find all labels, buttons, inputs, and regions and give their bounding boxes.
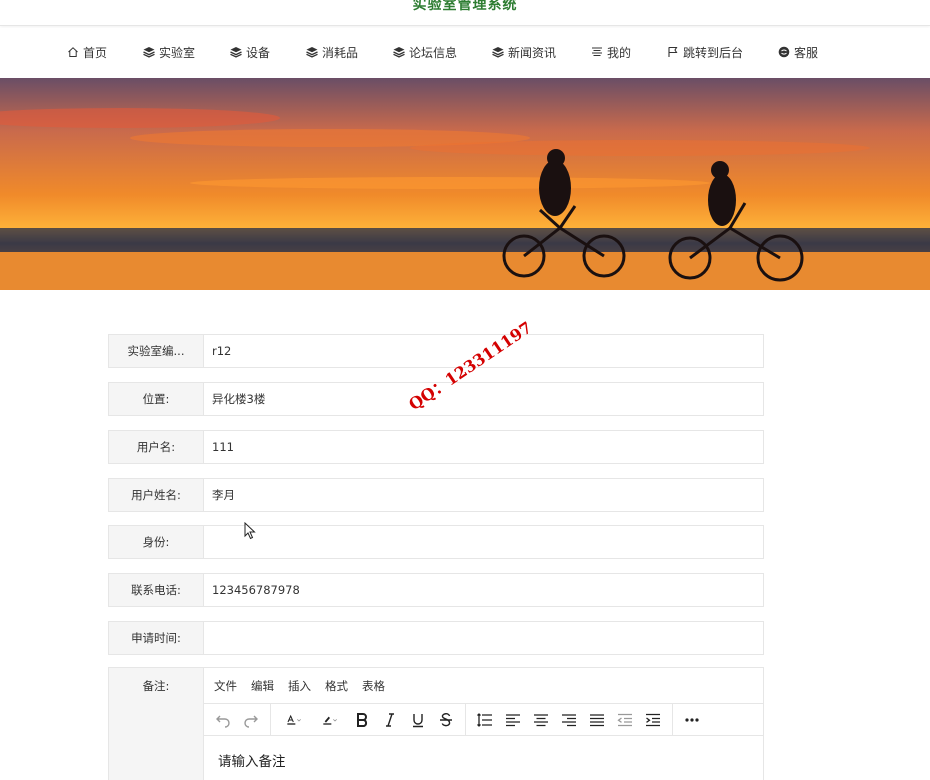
- nav-item-forum[interactable]: 论坛信息: [393, 43, 457, 61]
- remark-editor-body[interactable]: 请输入备注: [204, 736, 763, 780]
- indent-button[interactable]: [640, 708, 666, 732]
- editor-toolbar: [204, 703, 763, 736]
- field-label: 用户姓名:: [109, 479, 204, 511]
- apply-time-input[interactable]: [204, 622, 763, 654]
- top-bar: 实验室管理系统: [0, 0, 930, 26]
- more-group: [673, 704, 711, 736]
- nav-item-home[interactable]: 首页: [67, 43, 107, 61]
- bold-button[interactable]: [349, 708, 375, 732]
- layers-icon: [230, 47, 242, 58]
- field-label: 实验室编...: [109, 335, 204, 367]
- underline-button[interactable]: [405, 708, 431, 732]
- chat-icon: [778, 46, 790, 58]
- justify-icon: [590, 713, 604, 726]
- nav-item-lab[interactable]: 实验室: [143, 43, 195, 61]
- align-right-button[interactable]: [556, 708, 582, 732]
- field-label: 联系电话:: [109, 574, 204, 606]
- nav-item-label: 实验室: [159, 45, 196, 60]
- bold-icon: [357, 712, 368, 727]
- menu-file[interactable]: 文件: [214, 678, 237, 694]
- text-color-icon: [287, 714, 301, 725]
- nav-item-label: 首页: [83, 45, 108, 60]
- nav-item-label: 新闻资讯: [508, 45, 557, 60]
- nav-item-admin[interactable]: 跳转到后台: [667, 43, 743, 61]
- align-center-icon: [534, 713, 548, 726]
- layers-icon: [306, 47, 318, 58]
- site-title: 实验室管理系统: [412, 0, 518, 13]
- field-remark: 备注: 文件 编辑 插入 格式 表格 请输入备注: [108, 667, 764, 780]
- menu-table[interactable]: 表格: [362, 678, 385, 694]
- history-group: [204, 703, 271, 736]
- home-icon: [68, 47, 78, 57]
- realname-input[interactable]: 李月: [204, 479, 763, 511]
- flag-icon: [668, 46, 678, 57]
- outdent-button[interactable]: [612, 708, 638, 732]
- menu-lines-icon: [592, 47, 602, 57]
- banner-image: [0, 78, 930, 290]
- strikethrough-button[interactable]: [433, 708, 459, 732]
- menu-insert[interactable]: 插入: [288, 678, 311, 694]
- username-input[interactable]: 111: [204, 431, 763, 463]
- strikethrough-icon: [440, 712, 452, 726]
- menu-edit[interactable]: 编辑: [251, 678, 274, 694]
- line-height-button[interactable]: [472, 708, 498, 732]
- italic-button[interactable]: [377, 708, 403, 732]
- field-username: 用户名: 111: [108, 430, 764, 464]
- location-input[interactable]: 异化楼3楼: [204, 383, 763, 415]
- field-label: 位置:: [109, 383, 204, 415]
- nav-item-label: 跳转到后台: [683, 45, 744, 60]
- line-height-icon: [477, 712, 492, 727]
- align-right-icon: [562, 713, 576, 726]
- more-dots-icon: [685, 717, 699, 722]
- highlight-color-button[interactable]: [313, 708, 347, 732]
- field-label: 身份:: [109, 526, 204, 558]
- layers-icon: [393, 47, 405, 58]
- align-group: [466, 703, 673, 736]
- field-label: 备注:: [109, 668, 204, 780]
- text-color-button[interactable]: [277, 708, 311, 732]
- justify-button[interactable]: [584, 708, 610, 732]
- nav-item-equipment[interactable]: 设备: [230, 43, 270, 61]
- nav-item-label: 消耗品: [322, 45, 359, 60]
- field-user-realname: 用户姓名: 李月: [108, 478, 764, 512]
- outdent-icon: [617, 713, 632, 726]
- more-button[interactable]: [679, 708, 705, 732]
- nav-item-label: 设备: [246, 45, 271, 60]
- nav-item-consumables[interactable]: 消耗品: [306, 43, 358, 61]
- undo-icon: [216, 715, 230, 728]
- rich-text-editor: 文件 编辑 插入 格式 表格 请输入备注: [204, 668, 763, 780]
- mouse-cursor-icon: [244, 522, 256, 540]
- menu-format[interactable]: 格式: [325, 678, 348, 694]
- align-left-icon: [506, 713, 520, 726]
- main-nav: 首页 实验室 设备 消耗品 论坛信息 新闻资讯 我的 跳转到后台 客服: [0, 28, 930, 76]
- nav-item-news[interactable]: 新闻资讯: [492, 43, 556, 61]
- field-label: 申请时间:: [109, 622, 204, 654]
- field-phone: 联系电话: 123456787978: [108, 573, 764, 607]
- identity-input[interactable]: [204, 526, 763, 558]
- nav-item-mine[interactable]: 我的: [591, 43, 631, 61]
- redo-button[interactable]: [238, 708, 264, 732]
- nav-item-support[interactable]: 客服: [778, 43, 818, 61]
- layers-icon: [492, 47, 504, 58]
- field-lab-code: 实验室编... r12: [108, 334, 764, 368]
- nav-item-label: 我的: [607, 45, 632, 60]
- align-center-button[interactable]: [528, 708, 554, 732]
- field-identity: 身份:: [108, 525, 764, 559]
- highlight-icon: [323, 716, 337, 725]
- layers-icon: [143, 47, 155, 58]
- nav-item-label: 客服: [794, 45, 819, 60]
- field-label: 用户名:: [109, 431, 204, 463]
- indent-icon: [646, 713, 660, 726]
- format-group: [271, 703, 466, 736]
- field-apply-time: 申请时间:: [108, 621, 764, 655]
- phone-input[interactable]: 123456787978: [204, 574, 763, 606]
- align-left-button[interactable]: [500, 708, 526, 732]
- undo-button[interactable]: [210, 708, 236, 732]
- italic-icon: [386, 712, 394, 727]
- redo-icon: [244, 715, 258, 728]
- underline-icon: [413, 713, 423, 727]
- editor-menubar: 文件 编辑 插入 格式 表格: [204, 668, 763, 704]
- nav-item-label: 论坛信息: [409, 45, 458, 60]
